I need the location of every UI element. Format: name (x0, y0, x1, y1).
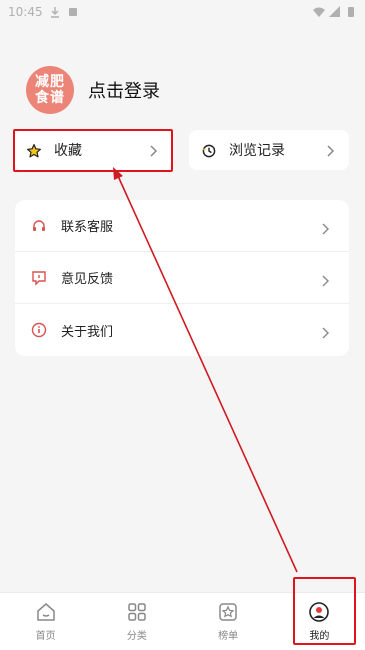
status-time: 10:45 (8, 5, 43, 19)
history-button[interactable]: 浏览记录 (189, 130, 349, 170)
profile-header[interactable]: 减肥 食谱 点击登录 (26, 66, 160, 114)
star-icon (26, 142, 42, 158)
menu-item-customer-service[interactable]: 联系客服 (15, 200, 349, 252)
avatar-text-line2: 食谱 (35, 90, 65, 106)
download-icon (49, 6, 61, 18)
tab-label: 我的 (309, 631, 330, 642)
tab-label: 首页 (35, 631, 56, 642)
menu-card: 联系客服 意见反馈 关于我们 (15, 200, 349, 356)
wifi-icon (313, 6, 325, 18)
bottom-tab-bar: 首页 分类 榜单 我的 (0, 592, 365, 650)
avatar-text-line1: 减肥 (35, 74, 65, 90)
favorites-label: 收藏 (54, 143, 82, 159)
clock-history-icon (201, 142, 217, 158)
chevron-right-icon (319, 272, 331, 286)
status-bar: 10:45 (0, 0, 365, 24)
info-icon (31, 322, 47, 338)
ranking-icon (217, 601, 239, 623)
tab-home[interactable]: 首页 (0, 593, 91, 650)
tab-label: 分类 (126, 631, 147, 642)
battery-icon (345, 6, 357, 18)
menu-item-label: 关于我们 (61, 324, 114, 340)
menu-item-label: 意见反馈 (61, 272, 114, 287)
home-icon (35, 601, 57, 623)
chevron-right-icon (323, 143, 337, 157)
history-label: 浏览记录 (229, 143, 285, 159)
tab-label: 榜单 (218, 631, 239, 642)
login-link[interactable]: 点击登录 (88, 77, 160, 103)
chevron-right-icon (146, 143, 160, 157)
chevron-right-icon (319, 324, 331, 339)
feedback-icon (31, 270, 47, 286)
menu-item-feedback[interactable]: 意见反馈 (15, 252, 349, 304)
tab-category[interactable]: 分类 (91, 593, 182, 650)
favorites-button[interactable]: 收藏 (14, 130, 172, 170)
status-left: 10:45 (8, 5, 79, 19)
menu-item-about-us[interactable]: 关于我们 (15, 304, 349, 356)
chevron-right-icon (319, 220, 331, 234)
status-right (313, 6, 357, 18)
grid-icon (126, 601, 148, 623)
tab-mine[interactable]: 我的 (274, 593, 365, 650)
headset-icon (31, 218, 47, 234)
avatar[interactable]: 减肥 食谱 (26, 66, 74, 114)
menu-item-label: 联系客服 (61, 220, 114, 235)
tab-ranking[interactable]: 榜单 (183, 593, 274, 650)
notification-icon (67, 6, 79, 18)
signal-icon (329, 6, 341, 18)
user-icon (308, 601, 330, 623)
